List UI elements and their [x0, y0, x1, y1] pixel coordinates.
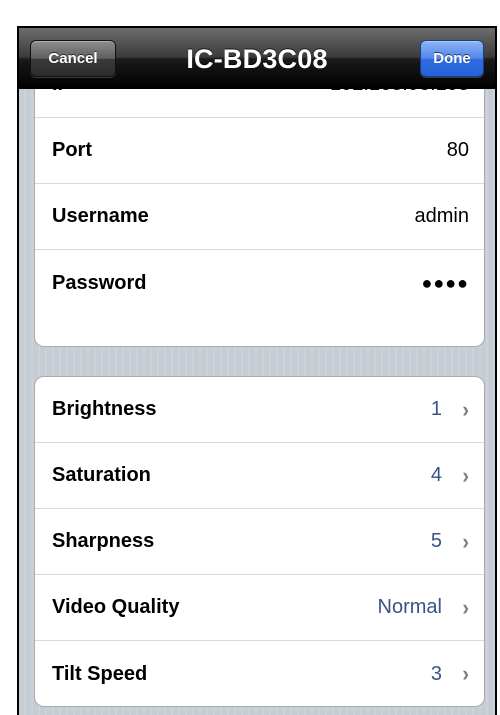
sharpness-value: 5	[430, 530, 442, 552]
video-quality-row[interactable]: Video Quality Normal ›	[35, 575, 484, 641]
chevron-right-icon: ›	[462, 396, 469, 422]
username-value: admin	[414, 205, 469, 227]
app-frame: IP 192.168.98.103 Port 80 Username admin…	[17, 26, 497, 715]
camera-settings-group: Brightness 1 › Saturation 4 › Sharpness …	[34, 376, 485, 707]
port-value: 80	[446, 139, 469, 161]
chevron-right-icon: ›	[462, 661, 469, 686]
sharpness-label: Sharpness	[52, 530, 155, 552]
chevron-right-icon: ›	[462, 594, 469, 620]
tilt-speed-row[interactable]: Tilt Speed 3 ›	[35, 641, 484, 706]
password-row[interactable]: Password ●●●●	[35, 250, 484, 316]
port-row[interactable]: Port 80	[35, 118, 484, 184]
saturation-value: 4	[430, 464, 442, 486]
connection-group: IP 192.168.98.103 Port 80 Username admin…	[34, 72, 485, 347]
tilt-speed-label: Tilt Speed	[52, 662, 148, 685]
navigation-bar: Cancel IC-BD3C08 Done	[19, 28, 495, 89]
port-label: Port	[52, 139, 92, 161]
password-label: Password	[52, 271, 147, 294]
tilt-speed-value: 3	[430, 662, 442, 685]
password-value: ●●●●	[421, 272, 469, 293]
brightness-label: Brightness	[52, 398, 157, 420]
chevron-right-icon: ›	[462, 528, 469, 554]
username-row[interactable]: Username admin	[35, 184, 484, 250]
brightness-row[interactable]: Brightness 1 ›	[35, 377, 484, 443]
saturation-label: Saturation	[52, 464, 151, 486]
video-quality-label: Video Quality	[52, 596, 180, 618]
brightness-value: 1	[430, 398, 442, 420]
sharpness-row[interactable]: Sharpness 5 ›	[35, 509, 484, 575]
username-label: Username	[52, 205, 149, 227]
done-button[interactable]: Done	[420, 40, 484, 77]
video-quality-value: Normal	[377, 596, 442, 618]
saturation-row[interactable]: Saturation 4 ›	[35, 443, 484, 509]
chevron-right-icon: ›	[462, 462, 469, 488]
